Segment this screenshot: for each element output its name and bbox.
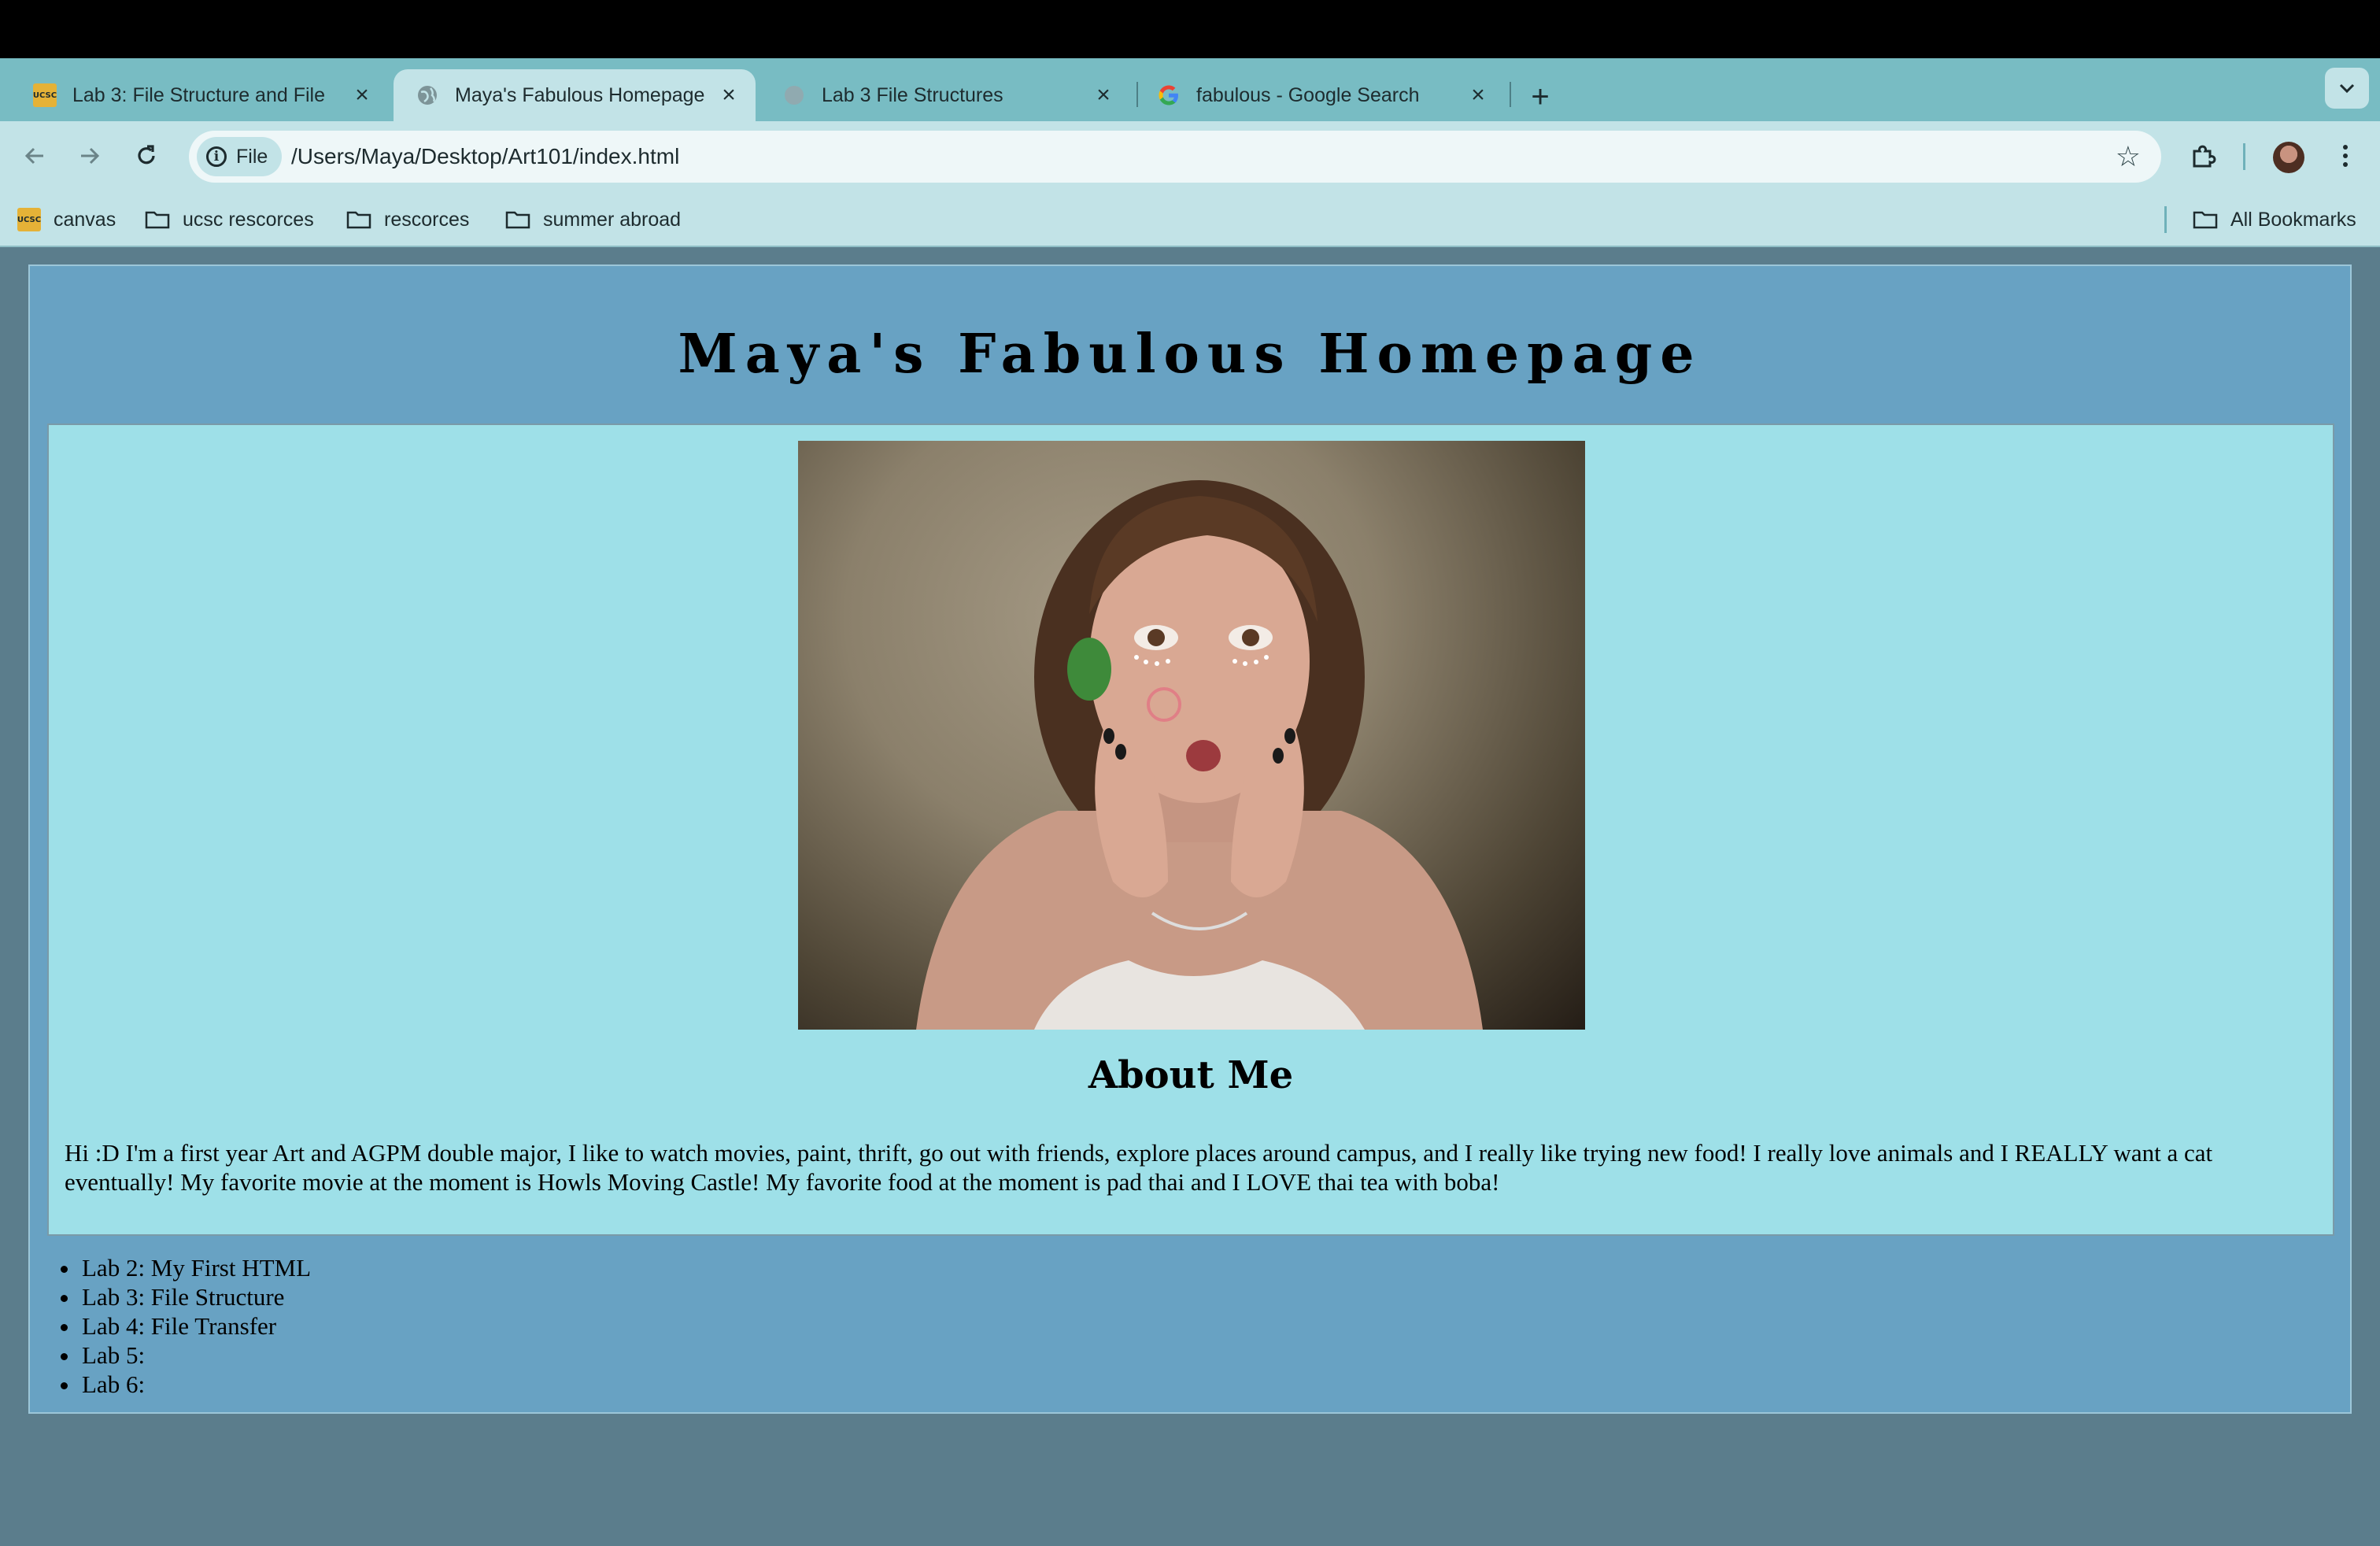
close-icon[interactable]: × (1462, 80, 1494, 111)
tab-strip: UCSC Lab 3: File Structure and File × Ma… (0, 58, 2380, 121)
bookmark-label: canvas (54, 208, 116, 231)
tab-title: Maya's Fabulous Homepage (455, 83, 705, 106)
list-item-lab-5: Lab 5: (80, 1341, 311, 1370)
folder-icon (346, 210, 371, 229)
bookmarks-bar: UCSC canvas ucsc rescorces rescorces sum… (0, 194, 2380, 247)
tab-lab3-file-structures[interactable]: Lab 3 File Structures × (760, 69, 1130, 121)
close-icon[interactable]: × (346, 80, 378, 111)
close-icon[interactable]: × (713, 80, 745, 111)
tab-search-button[interactable] (2325, 68, 2369, 109)
all-bookmarks-button[interactable]: All Bookmarks (2193, 194, 2356, 246)
bookmark-folder-ucsc-rescorces[interactable]: ucsc rescorces (145, 194, 314, 246)
bookmark-canvas[interactable]: UCSC canvas (17, 194, 116, 246)
bookmark-label: summer abroad (543, 208, 682, 231)
tab-lab3-canvas[interactable]: UCSC Lab 3: File Structure and File × (11, 69, 389, 121)
extensions-button[interactable] (2180, 132, 2227, 179)
about-bio-text: Hi :D I'm a first year Art and AGPM doub… (65, 1139, 2213, 1196)
macos-menu-bar (0, 0, 2380, 58)
address-bar[interactable]: i File /Users/Maya/Desktop/Art101/index.… (189, 131, 2161, 183)
tab-separator (1510, 82, 1511, 107)
forward-arrow-icon (81, 147, 100, 165)
kebab-menu-icon[interactable] (2322, 132, 2369, 179)
new-tab-button[interactable]: + (1521, 77, 1560, 117)
list-item-lab-6: Lab 6: (80, 1370, 311, 1399)
folder-icon (145, 210, 170, 229)
reload-icon (138, 145, 155, 165)
list-item-lab-3[interactable]: Lab 3: File Structure (80, 1282, 311, 1311)
ucsc-canvas-icon: UCSC (17, 208, 41, 231)
page-container: Maya's Fabulous Homepage About Me Hi:D … (28, 264, 2352, 1414)
folder-icon (505, 210, 530, 229)
site-info-chip[interactable]: i File (197, 137, 283, 176)
bookmark-label: rescorces (384, 208, 470, 231)
puzzle-piece-icon (2193, 145, 2216, 168)
profile-photo (798, 441, 1585, 1030)
chip-label: File (236, 145, 268, 168)
bookmark-star-icon[interactable]: ☆ (2116, 131, 2141, 183)
folder-icon (2193, 210, 2218, 229)
tab-mayas-homepage[interactable]: Maya's Fabulous Homepage × (394, 69, 756, 121)
about-section: About Me Hi :D I'm a first year Art and … (47, 423, 2334, 1236)
list-item-lab-4[interactable]: Lab 4: File Transfer (80, 1311, 311, 1341)
bookmarks-separator (2164, 206, 2167, 233)
close-icon[interactable]: × (1088, 80, 1119, 111)
list-item-lab-2[interactable]: Lab 2: My First HTML (80, 1253, 311, 1282)
loading-globe-icon (782, 83, 806, 107)
browser-toolbar: i File /Users/Maya/Desktop/Art101/index.… (0, 121, 2380, 194)
toolbar-separator (2243, 143, 2245, 170)
google-icon (1157, 83, 1181, 107)
tab-title: fabulous - Google Search (1196, 83, 1420, 106)
bookmark-folder-summer-abroad[interactable]: summer abroad (505, 194, 681, 246)
info-icon: i (206, 146, 227, 167)
about-heading: About Me (1088, 1053, 1294, 1097)
page-title: Maya's Fabulous Homepage (678, 323, 1702, 386)
tab-google-search[interactable]: fabulous - Google Search × (1135, 69, 1505, 121)
ucsc-canvas-icon: UCSC (33, 83, 57, 107)
bookmark-label: ucsc rescorces (183, 208, 314, 231)
forward-button[interactable] (66, 132, 113, 179)
back-arrow-icon (24, 147, 43, 165)
labs-list: Lab 2: My First HTML Lab 3: File Structu… (47, 1253, 311, 1399)
chevron-down-icon (2339, 83, 2355, 94)
bookmark-folder-rescorces[interactable]: rescorces (346, 194, 469, 246)
back-button[interactable] (11, 132, 58, 179)
reload-button[interactable] (123, 132, 170, 179)
url-text[interactable]: /Users/Maya/Desktop/Art101/index.html (291, 131, 679, 183)
bookmark-label: All Bookmarks (2230, 208, 2356, 231)
globe-icon (416, 83, 439, 107)
tab-title: Lab 3 File Structures (822, 83, 1003, 106)
profile-avatar[interactable] (2273, 142, 2304, 173)
tab-title: Lab 3: File Structure and File (72, 83, 325, 106)
